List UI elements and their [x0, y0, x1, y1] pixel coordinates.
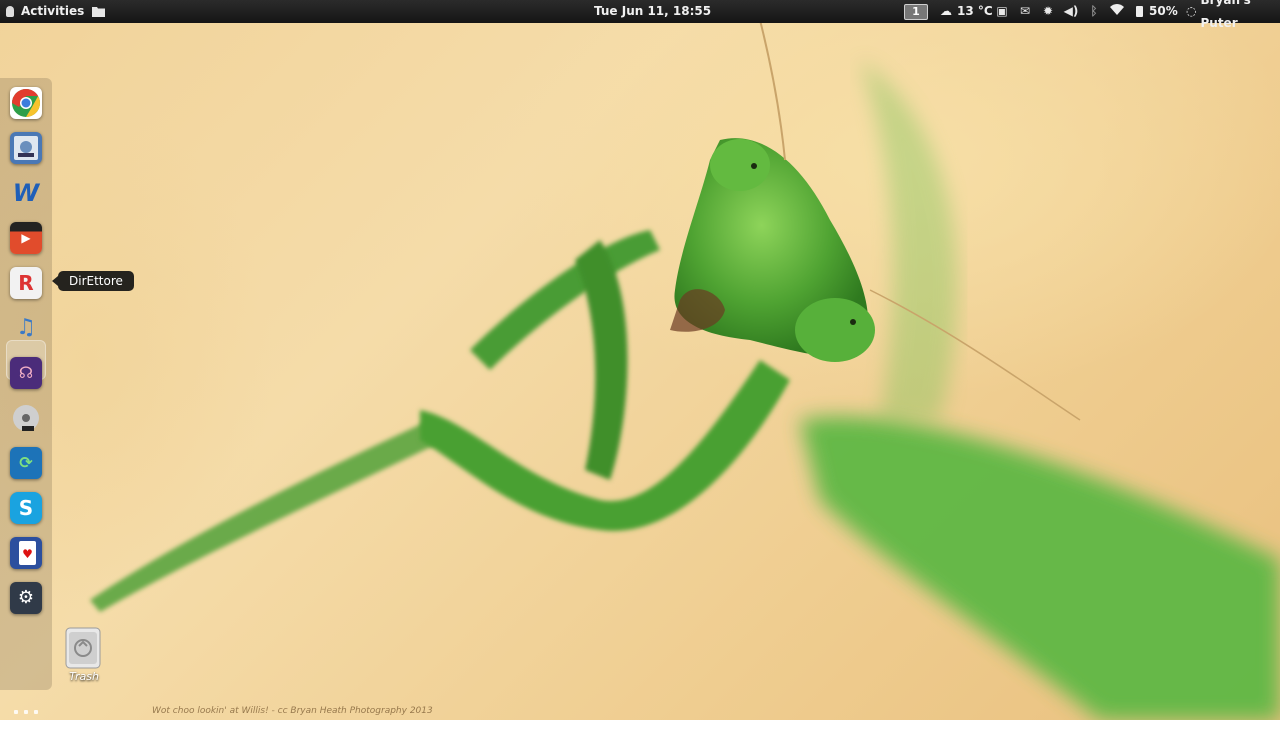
- mail-icon[interactable]: ✉: [1017, 0, 1033, 23]
- dash-dock: W ▶ R ♫ ☊ ⟳ S ♥ ⚙: [0, 78, 52, 734]
- system-tray: ▣ ✉ ✹ ◀) ᛒ: [994, 0, 1132, 23]
- user-menu[interactable]: ◌ Bryan's Puter: [1186, 0, 1280, 30]
- writer-app-icon[interactable]: W: [10, 177, 42, 209]
- trash-icon[interactable]: [61, 626, 105, 670]
- screen-icon[interactable]: ▣: [994, 0, 1010, 23]
- brightness-icon[interactable]: ✹: [1040, 0, 1056, 23]
- activities-button[interactable]: Activities: [6, 0, 84, 23]
- activities-label: Activities: [21, 4, 85, 18]
- chrome-app-icon[interactable]: [10, 87, 42, 119]
- weather-temperature: 13 °C: [957, 4, 993, 18]
- top-panel: Activities Tue Jun 11, 18:55 1 ☁ 13 °C ▣…: [0, 0, 1280, 30]
- cards-app-icon[interactable]: ♥: [10, 537, 42, 569]
- disc-burner-app-icon[interactable]: [10, 402, 42, 434]
- bluetooth-icon[interactable]: ᛒ: [1086, 0, 1102, 23]
- clock[interactable]: Tue Jun 11, 18:55: [594, 0, 711, 23]
- workspace-indicator[interactable]: 1: [904, 0, 928, 23]
- settings-app-icon[interactable]: ⚙: [10, 582, 42, 614]
- wifi-icon[interactable]: [1109, 0, 1125, 23]
- battery-percentage: 50%: [1149, 4, 1178, 18]
- activities-icon: [6, 6, 14, 17]
- cloud-icon: ☁: [940, 4, 952, 18]
- weather-indicator[interactable]: ☁ 13 °C: [940, 0, 993, 23]
- image-viewer-app-icon[interactable]: [10, 132, 42, 164]
- mantis-photo: [90, 19, 1280, 720]
- wallpaper-credit: Wot choo lookin' at Willis! - cc Bryan H…: [152, 706, 433, 716]
- user-name: Bryan's Puter: [1200, 0, 1250, 30]
- folder-icon[interactable]: [92, 0, 105, 23]
- svg-text:♥: ♥: [22, 547, 33, 561]
- trash-label: Trash: [69, 670, 99, 683]
- skype-app-icon[interactable]: S: [10, 492, 42, 524]
- music-player-app-icon[interactable]: ♫: [10, 312, 42, 344]
- desktop-wallpaper: Wot choo lookin' at Willis! - cc Bryan H…: [0, 0, 1280, 720]
- podcast-app-icon[interactable]: ☊: [10, 357, 42, 389]
- video-editor-app-icon[interactable]: ▶: [10, 222, 42, 254]
- sync-app-icon[interactable]: ⟳: [10, 447, 42, 479]
- battery-indicator[interactable]: 50%: [1136, 0, 1178, 23]
- show-applications-button[interactable]: [14, 710, 38, 734]
- user-status-icon: ◌: [1186, 4, 1197, 18]
- battery-icon: [1136, 6, 1143, 17]
- volume-icon[interactable]: ◀): [1063, 0, 1079, 23]
- direttore-app-icon[interactable]: R: [10, 267, 42, 299]
- dock-tooltip: DirEttore: [52, 271, 134, 291]
